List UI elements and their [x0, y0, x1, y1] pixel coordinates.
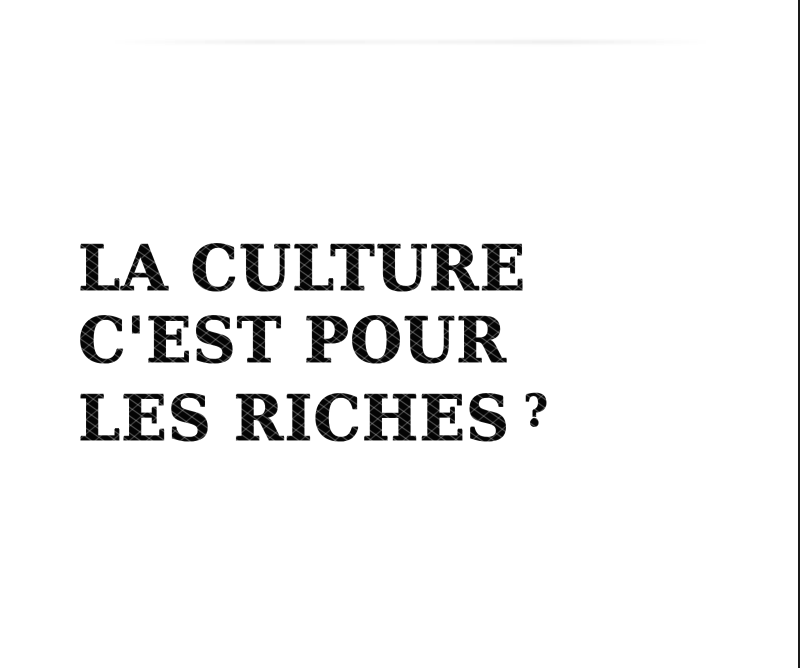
headline-line-3: LES RICHES?	[78, 376, 549, 454]
question-mark: ?	[523, 386, 549, 437]
poster-canvas: LA CULTURE C'EST POUR LES RICHES?	[0, 0, 800, 668]
poster-headline: LA CULTURE C'EST POUR LES RICHES?	[78, 232, 549, 454]
faint-top-mark	[110, 40, 710, 44]
headline-line-2: C'EST POUR	[78, 303, 507, 377]
headline-line-3-text: LES RICHES	[78, 381, 511, 455]
headline-line-1: LA CULTURE	[78, 231, 526, 305]
